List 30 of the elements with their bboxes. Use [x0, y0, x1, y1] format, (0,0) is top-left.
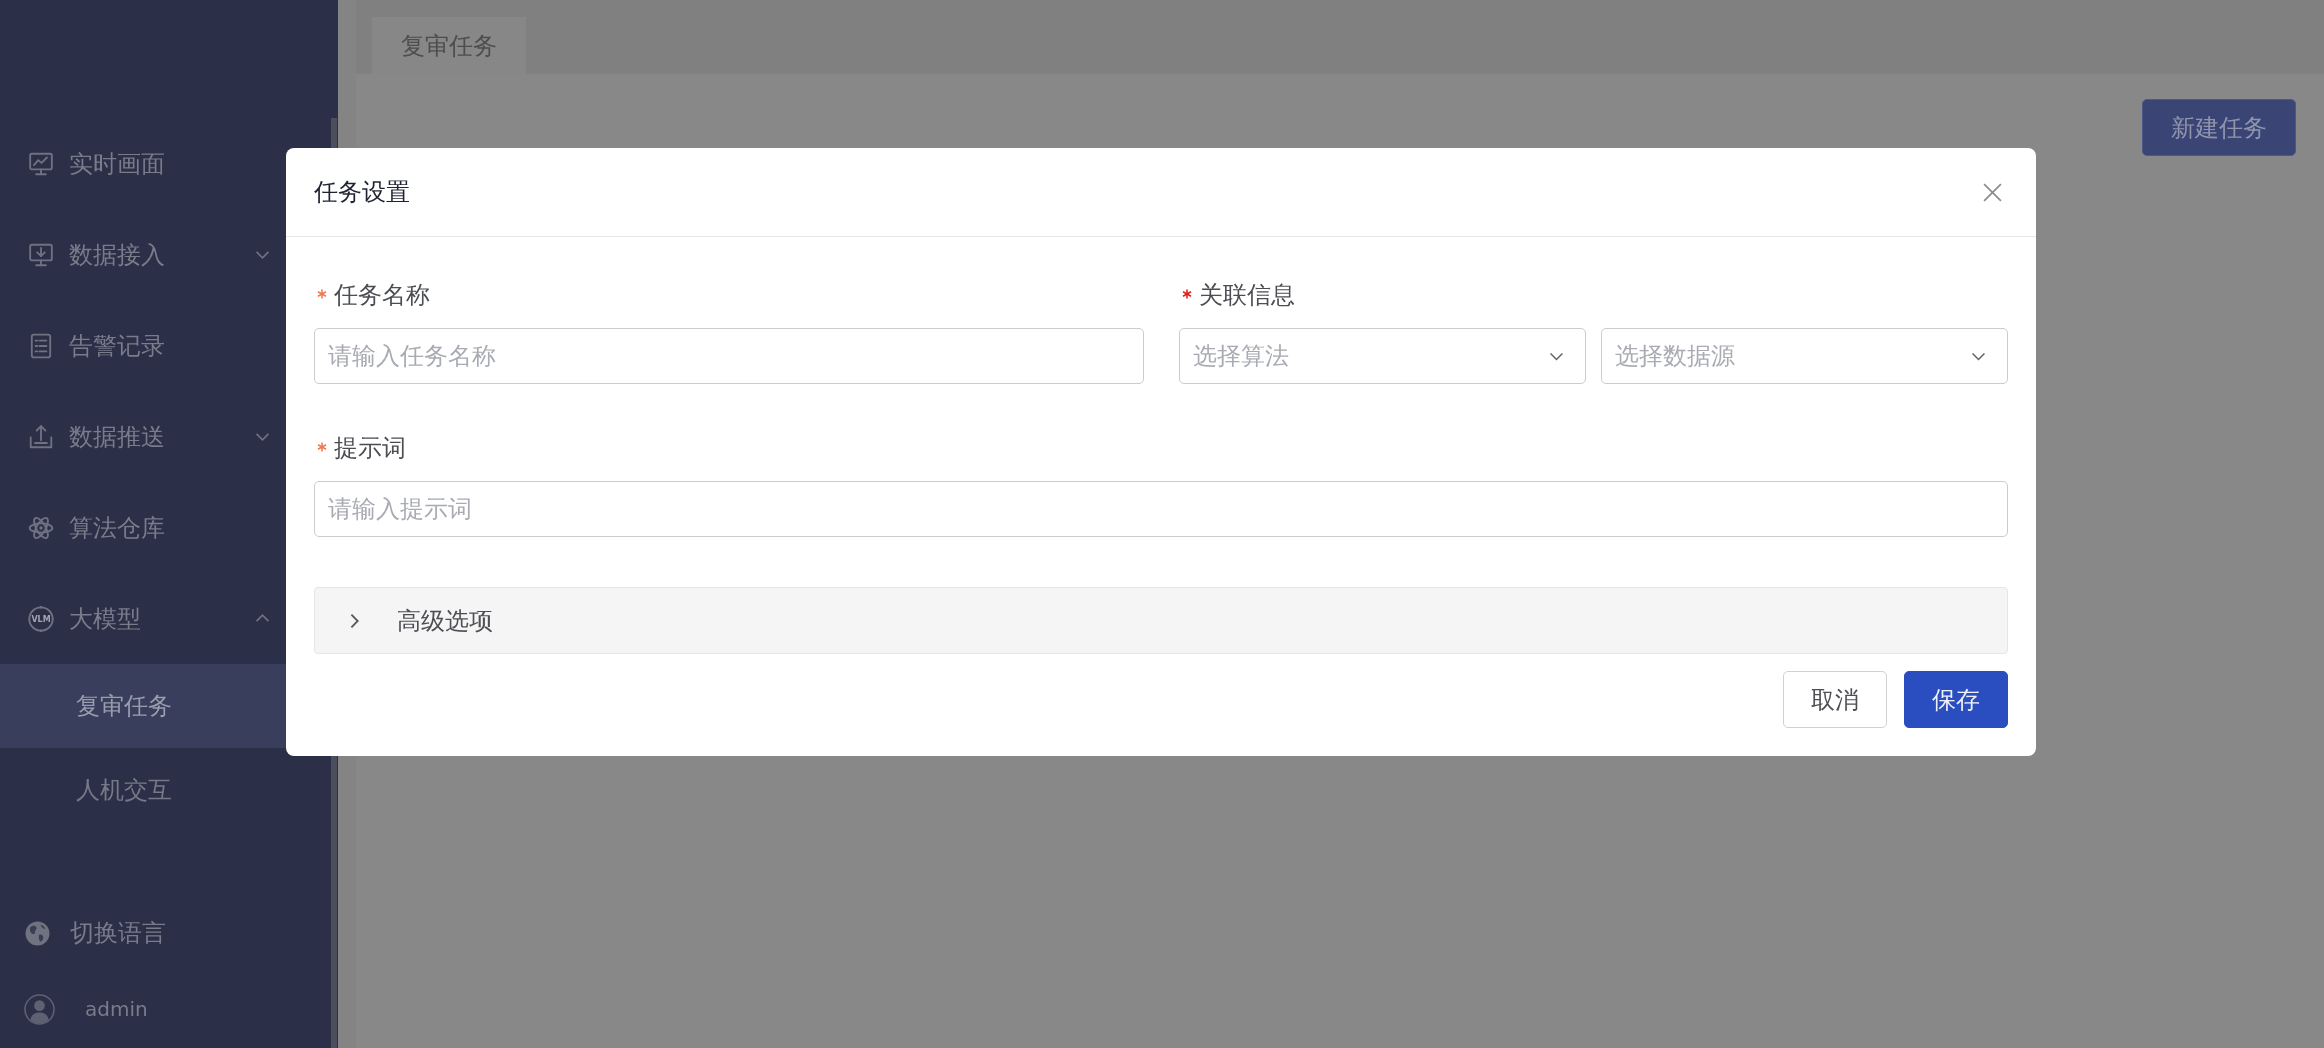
field-label: 提示词: [334, 433, 406, 464]
menu-item[interactable]: 告警记录: [0, 300, 286, 391]
upload-tray-icon: [28, 423, 54, 450]
cancel-button[interactable]: 取消: [1783, 671, 1887, 728]
globe-icon: [25, 920, 50, 946]
user-menu[interactable]: admin: [0, 971, 286, 1047]
monitor-chart-icon: [28, 150, 54, 177]
atom-icon: [28, 514, 54, 541]
select-field[interactable]: 选择数据源: [1600, 328, 2008, 384]
menu-item[interactable]: 数据推送: [0, 391, 286, 482]
language-menu-item[interactable]: 切换语言: [0, 895, 286, 971]
field-label: 任务名称: [334, 280, 430, 311]
collapse-header[interactable]: 高级选项: [314, 587, 2008, 654]
text-input[interactable]: 请输入提示词: [314, 481, 2008, 537]
submenu-item[interactable]: 复审任务: [0, 664, 286, 748]
save-button[interactable]: 保存: [1904, 671, 2008, 728]
dialog-title: 任务设置: [314, 177, 410, 208]
field-label: 关联信息: [1198, 280, 1295, 311]
menu-item[interactable]: 算法仓库: [0, 482, 286, 573]
new-task-button[interactable]: 新建任务: [2142, 99, 2296, 156]
text-input[interactable]: 请输入任务名称: [314, 328, 1144, 384]
close-icon[interactable]: [1982, 181, 2003, 203]
monitor-download-icon: [28, 241, 54, 268]
menu-item[interactable]: 数据接入: [0, 209, 286, 300]
select-field[interactable]: 选择算法: [1178, 328, 1586, 384]
avatar-icon: [24, 993, 55, 1025]
submenu-item[interactable]: 人机交互: [0, 748, 286, 832]
menu-item[interactable]: 实时画面: [0, 118, 286, 209]
document-list-icon: [28, 332, 54, 359]
tab[interactable]: 复审任务: [372, 17, 526, 74]
